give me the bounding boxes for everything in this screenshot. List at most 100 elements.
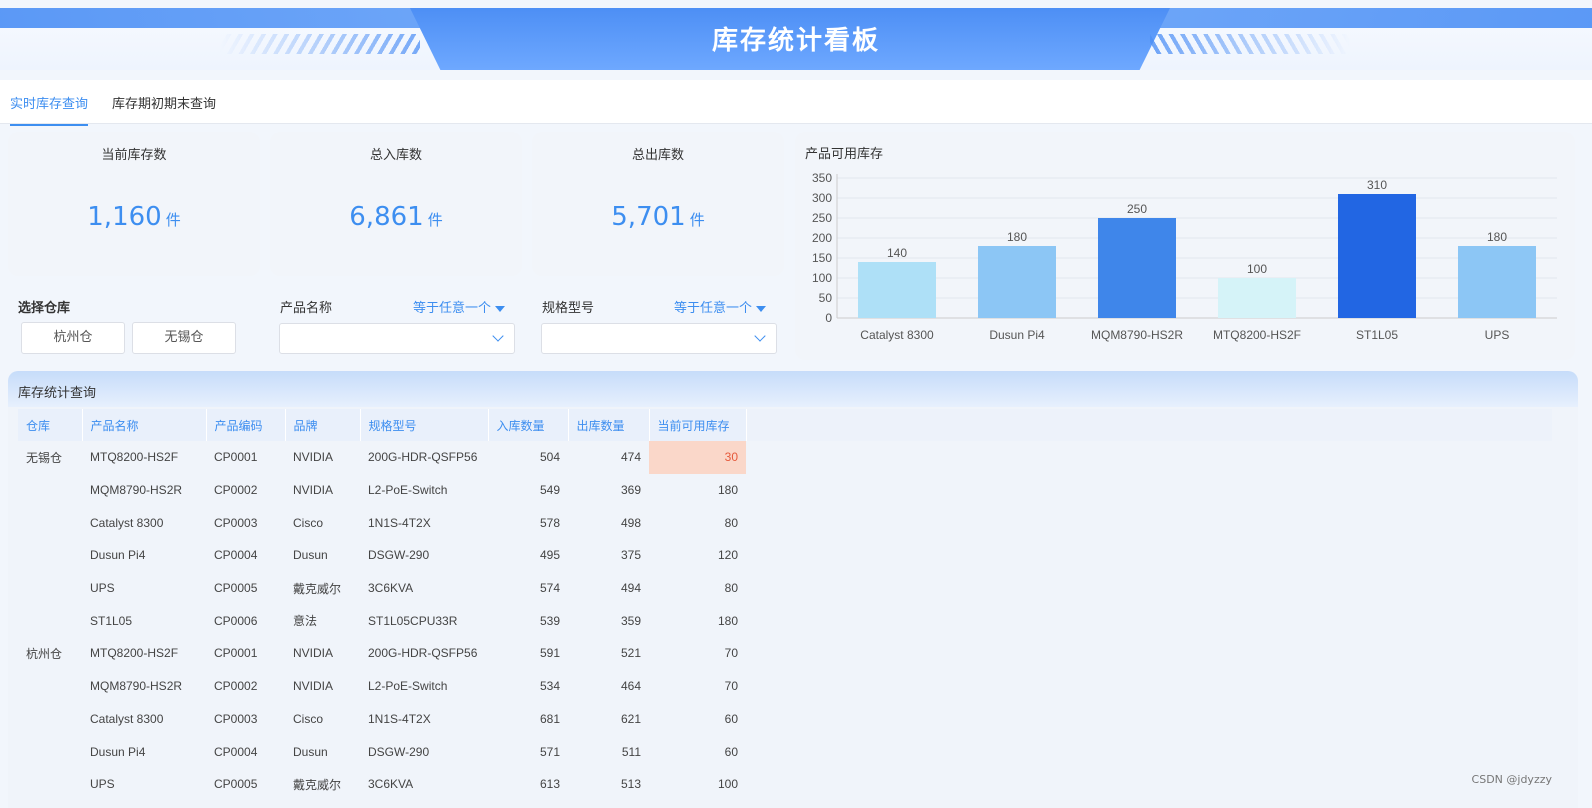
product-name-select[interactable] xyxy=(279,323,515,354)
table-cell: CP0001 xyxy=(214,450,258,465)
table-cell: L2-PoE-Switch xyxy=(368,483,448,498)
table-row[interactable]: 无锡仓 MTQ8200-HS2F CP0001 NVIDIA 200G-HDR-QSFP… xyxy=(18,441,746,474)
y-tick-label: 50 xyxy=(819,291,833,305)
column-header[interactable]: 入库数量 xyxy=(488,409,569,441)
x-tick-label: MTQ8200-HS2F xyxy=(1213,328,1301,342)
bar-chart: 0 50 100 150 200 250 300 350 140 Catalyst 8300 180… xyxy=(812,171,1557,342)
bar xyxy=(858,262,936,318)
product-name-condition[interactable]: 等于任意一个 xyxy=(413,297,506,316)
table-cell: 549 xyxy=(539,483,560,498)
bar xyxy=(978,246,1056,318)
table-cell: 681 xyxy=(539,711,560,726)
table-cell: 534 xyxy=(539,679,560,694)
table-cell: CP0005 xyxy=(214,777,258,792)
table-cell xyxy=(18,768,82,801)
table-cell: 464 xyxy=(620,679,641,694)
caret-down-icon xyxy=(756,305,767,312)
table-row[interactable]: UPS CP0005 戴克威尔 3C6KVA 574 494 80 xyxy=(18,572,746,605)
table-cell: Catalyst 8300 xyxy=(90,711,164,726)
table-cell: 3C6KVA xyxy=(368,581,414,596)
table-cell: 521 xyxy=(620,646,641,661)
table-cell: Dusun Pi4 xyxy=(90,744,146,759)
kpi-value: 6,861 xyxy=(349,202,424,232)
table-cell: Dusun xyxy=(293,744,328,759)
column-header[interactable]: 规格型号 xyxy=(360,409,489,441)
table-cell: CP0002 xyxy=(214,679,258,694)
column-header[interactable]: 当前可用库存 xyxy=(649,409,747,441)
column-header[interactable]: 产品名称 xyxy=(82,409,207,441)
table-cell: CP0006 xyxy=(214,613,258,628)
table-cell: 1N1S-4T2X xyxy=(368,711,431,726)
table-cell: UPS xyxy=(90,581,115,596)
y-tick-label: 250 xyxy=(812,211,832,225)
column-header[interactable]: 出库数量 xyxy=(568,409,650,441)
bar xyxy=(1458,246,1536,318)
kpi-unit: 件 xyxy=(427,211,443,229)
table-cell: 60 xyxy=(724,744,738,759)
tab-realtime-stock[interactable]: 实时库存查询 xyxy=(10,93,89,126)
table-cell: 474 xyxy=(620,450,641,465)
spec-select[interactable] xyxy=(541,323,777,354)
table-row[interactable]: Catalyst 8300 CP0003 Cisco 1N1S-4T2X 578 498 8… xyxy=(18,506,746,539)
table-header-row: 仓库 产品名称 产品编码 品牌 规格型号 入库数量 出库数量 当前可用库存 xyxy=(18,409,747,441)
chevron-down-icon xyxy=(754,330,766,342)
table-cell: CP0004 xyxy=(214,744,258,759)
spec-condition[interactable]: 等于任意一个 xyxy=(674,297,767,316)
table-panel-header: 库存统计查询 xyxy=(8,371,1578,407)
table-cell: 70 xyxy=(724,679,738,694)
tab-period-stock[interactable]: 库存期初期末查询 xyxy=(112,93,216,124)
x-tick-label: UPS xyxy=(1485,328,1510,342)
table-row[interactable]: MQM8790-HS2R CP0002 NVIDIA L2-PoE-Switch 549… xyxy=(18,474,746,507)
table-cell: Dusun xyxy=(293,548,328,563)
table-row[interactable]: Catalyst 8300 CP0003 Cisco 1N1S-4T2X 681 621 6… xyxy=(18,703,746,736)
y-tick-label: 200 xyxy=(812,231,832,245)
column-header[interactable]: 品牌 xyxy=(285,409,361,441)
table-cell: CP0001 xyxy=(214,646,258,661)
table-cell xyxy=(18,703,82,736)
table-cell: 120 xyxy=(717,548,738,563)
table-cell: Dusun Pi4 xyxy=(90,548,146,563)
table-cell xyxy=(18,604,82,637)
table-cell: 571 xyxy=(539,744,560,759)
y-tick-label: 350 xyxy=(812,171,832,185)
data-label: 140 xyxy=(887,246,907,260)
table-cell: 200G-HDR-QSFP56 xyxy=(368,450,478,465)
table-row[interactable]: MQM8790-HS2R CP0002 NVIDIA L2-PoE-Switch 534… xyxy=(18,670,746,703)
table-cell: UPS xyxy=(90,777,115,792)
table-cell: CP0003 xyxy=(214,711,258,726)
column-header[interactable]: 产品编码 xyxy=(206,409,286,441)
table-row[interactable]: ST1L05 CP0006 意法 ST1L05CPU33R 539 359 180 xyxy=(18,604,746,637)
table-cell: 578 xyxy=(539,515,560,530)
table-row[interactable]: Dusun Pi4 CP0004 Dusun DSGW-290 571 511 60 xyxy=(18,735,746,768)
warehouse-button-wuxi[interactable]: 无锡仓 xyxy=(132,322,236,354)
table-cell: NVIDIA xyxy=(293,483,334,498)
table-cell: 621 xyxy=(620,711,641,726)
table-cell xyxy=(18,474,82,507)
table-cell: MTQ8200-HS2F xyxy=(90,450,179,465)
x-tick-label: MQM8790-HS2R xyxy=(1091,328,1183,342)
stock-table: 仓库 产品名称 产品编码 品牌 规格型号 入库数量 出库数量 当前可用库存 无锡仓 MTQ820… xyxy=(18,409,747,801)
kpi-value: 1,160 xyxy=(87,202,162,232)
table-row[interactable]: Dusun Pi4 CP0004 Dusun DSGW-290 495 375 120 xyxy=(18,539,746,572)
table-row[interactable]: UPS CP0005 戴克威尔 3C6KVA 613 513 100 xyxy=(18,768,746,801)
table-cell: 60 xyxy=(724,711,738,726)
kpi-label: 当前库存数 xyxy=(101,148,167,163)
bar xyxy=(1218,278,1296,318)
table-cell: 100 xyxy=(717,777,738,792)
column-header[interactable]: 仓库 xyxy=(18,409,83,441)
table-cell: CP0003 xyxy=(214,515,258,530)
y-tick-label: 150 xyxy=(812,251,832,265)
bar xyxy=(1338,194,1416,318)
x-tick-label: ST1L05 xyxy=(1356,328,1398,342)
table-cell: 意法 xyxy=(293,614,318,629)
kpi-value: 5,701 xyxy=(611,202,686,232)
table-row[interactable]: 杭州仓 MTQ8200-HS2F CP0001 NVIDIA 200G-HDR-QSFP… xyxy=(18,637,746,670)
y-tick-label: 0 xyxy=(825,311,832,325)
table-cell: 494 xyxy=(620,581,641,596)
spec-label: 规格型号 xyxy=(542,301,595,316)
warehouse-button-hangzhou[interactable]: 杭州仓 xyxy=(21,322,125,354)
table-cell: NVIDIA xyxy=(293,646,334,661)
table-cell: 80 xyxy=(724,581,738,596)
data-label: 310 xyxy=(1367,178,1387,192)
table-cell: DSGW-290 xyxy=(368,744,430,759)
